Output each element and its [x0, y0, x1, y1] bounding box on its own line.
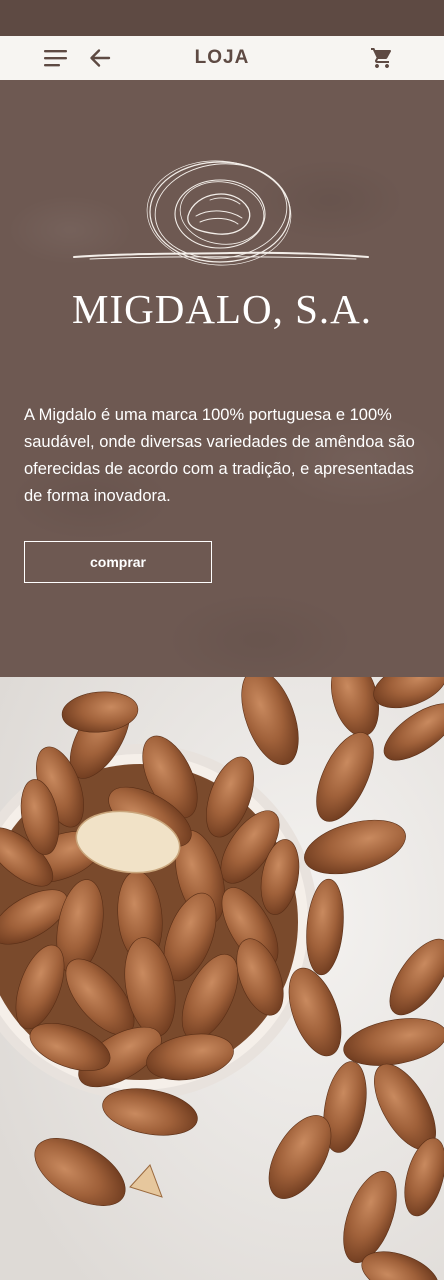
hero-section: MIGDALO, S.A. A Migdalo é uma marca 100%…: [0, 80, 444, 677]
almonds-photo: [0, 677, 444, 1280]
shopping-cart-icon: [371, 48, 392, 68]
buy-button[interactable]: comprar: [24, 541, 212, 583]
status-bar: [0, 0, 444, 36]
brand-description: A Migdalo é uma marca 100% portuguesa e …: [24, 406, 415, 505]
brand-name: MIGDALO, S.A.: [72, 286, 372, 332]
almonds-bowl-image: [0, 677, 444, 1280]
top-navbar: LOJA: [0, 36, 444, 81]
almond-logo-icon: [73, 160, 369, 266]
cart-button[interactable]: [360, 36, 404, 80]
